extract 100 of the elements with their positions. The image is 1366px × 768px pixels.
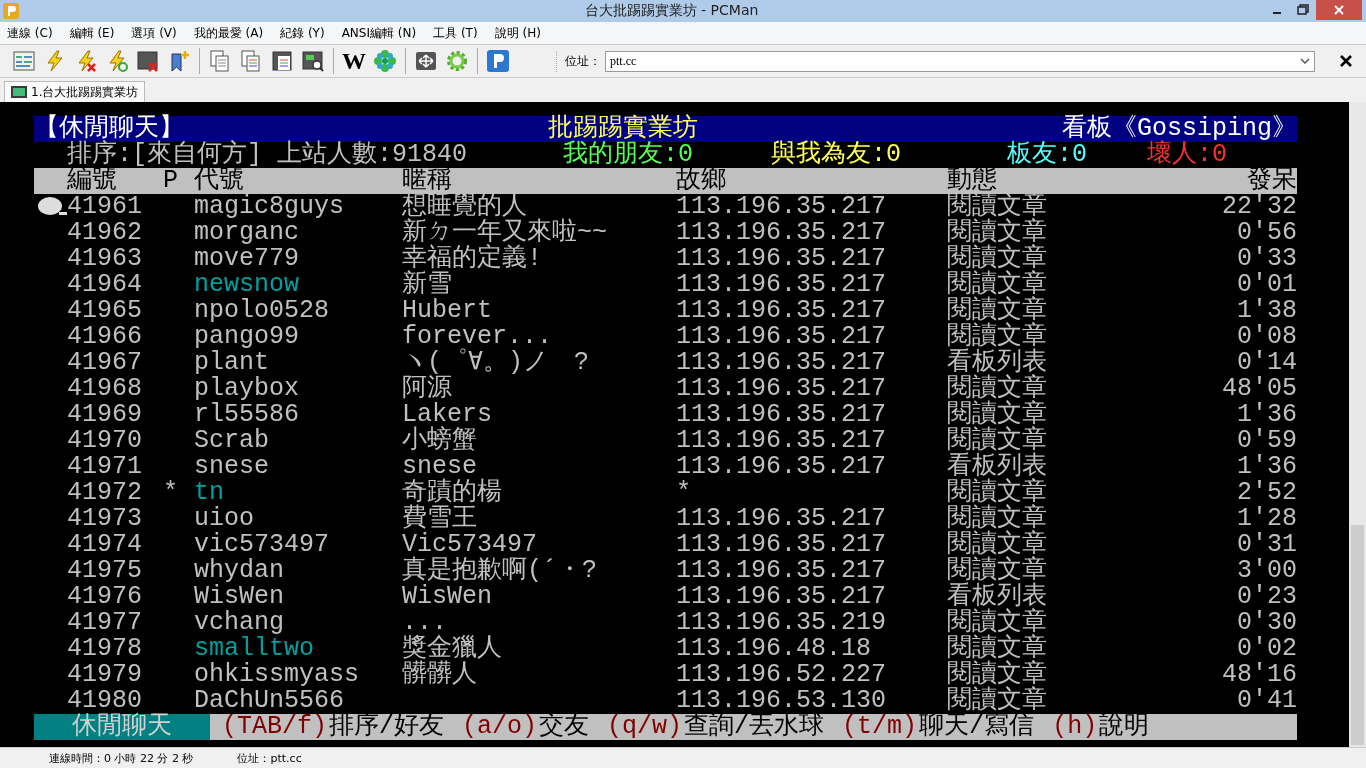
scrollbar[interactable] bbox=[1349, 102, 1366, 747]
user-number: 41975 bbox=[67, 558, 143, 584]
user-number: 41976 bbox=[67, 584, 143, 610]
idle-time: 2'52 bbox=[1236, 480, 1297, 506]
user-origin: 113.196.53.130 bbox=[676, 688, 887, 714]
paste-icon[interactable] bbox=[270, 49, 294, 73]
user-origin: 113.196.35.217 bbox=[676, 402, 888, 428]
session-tab[interactable]: 1.台大批踢踢實業坊 bbox=[4, 81, 146, 102]
address-book-icon[interactable] bbox=[12, 49, 36, 73]
user-id: tn bbox=[194, 480, 224, 506]
idle-time: 0'41 bbox=[1236, 688, 1297, 714]
idle-time: 0'30 bbox=[1236, 610, 1297, 636]
user-origin: 113.196.35.217 bbox=[676, 194, 888, 220]
user-id: snese bbox=[194, 454, 270, 480]
column-header: 故鄉 bbox=[676, 168, 727, 194]
menu-item[interactable]: 選項 (V) bbox=[131, 24, 177, 42]
user-origin: 113.196.35.217 bbox=[676, 506, 888, 532]
wikipedia-button[interactable]: W bbox=[342, 49, 366, 73]
menu-item[interactable]: 工具 (T) bbox=[433, 24, 478, 42]
friend-count: 壞人:0 bbox=[1147, 142, 1227, 168]
terminal-icon bbox=[11, 86, 27, 98]
user-id: vchang bbox=[194, 610, 284, 636]
caret-icon[interactable] bbox=[1300, 58, 1310, 64]
idle-time: 0'59 bbox=[1236, 428, 1297, 454]
user-nickname: 阿源 bbox=[402, 374, 452, 403]
idle-time: 1'36 bbox=[1236, 402, 1297, 428]
user-number: 41979 bbox=[67, 662, 143, 688]
user-origin: 113.196.35.217 bbox=[676, 324, 888, 350]
user-id: uioo bbox=[194, 506, 254, 532]
column-header: 動態 bbox=[947, 168, 997, 194]
idle-time: 0'14 bbox=[1237, 350, 1297, 376]
idle-time: 48'05 bbox=[1221, 376, 1297, 402]
idle-time: 0'56 bbox=[1236, 220, 1297, 246]
settings-icon[interactable] bbox=[445, 49, 469, 73]
column-header: 代號 bbox=[194, 168, 244, 194]
idle-time: 0'33 bbox=[1236, 246, 1297, 272]
user-origin: 113.196.52.227 bbox=[676, 662, 888, 688]
menu-item[interactable]: 我的最愛 (A) bbox=[193, 24, 264, 42]
idle-time: 3'00 bbox=[1236, 558, 1297, 584]
sort-info: 排序:[來自何方] 上站人數:91840 bbox=[67, 142, 469, 168]
menu-item[interactable]: ANSI編輯 (N) bbox=[341, 24, 417, 42]
idle-time: 0'31 bbox=[1236, 532, 1297, 558]
scrollbar-thumb[interactable] bbox=[1351, 525, 1364, 745]
menu-item[interactable]: 連線 (C) bbox=[7, 24, 53, 42]
hotkey: (t/m) bbox=[842, 714, 918, 740]
menu-item[interactable]: 說明 (H) bbox=[494, 24, 541, 42]
user-number: 41969 bbox=[67, 402, 143, 428]
pager-status: * bbox=[163, 478, 178, 507]
user-id: newsnow bbox=[194, 272, 300, 298]
user-origin: 113.196.35.217 bbox=[676, 246, 888, 272]
copy-color-icon[interactable] bbox=[239, 49, 263, 73]
user-number: 41968 bbox=[67, 376, 143, 402]
user-origin: 113.196.35.217 bbox=[676, 298, 888, 324]
menu-item[interactable]: 紀錄 (Y) bbox=[280, 24, 325, 42]
user-number: 41978 bbox=[67, 636, 143, 662]
user-number: 41971 bbox=[67, 454, 143, 480]
user-number: 41964 bbox=[67, 272, 143, 298]
user-origin: 113.196.35.217 bbox=[676, 532, 888, 558]
window-title: 台大批踢踢實業坊 - PCMan bbox=[583, 2, 760, 20]
user-id: magic8guys bbox=[194, 194, 346, 220]
user-id: npolo0528 bbox=[194, 298, 331, 324]
site-name: 批踢踢實業坊 bbox=[548, 116, 698, 142]
user-number: 41965 bbox=[67, 298, 143, 324]
address-label: 位址： bbox=[565, 52, 601, 70]
user-origin: 113.196.35.217 bbox=[676, 220, 888, 246]
user-number: 41970 bbox=[67, 428, 143, 454]
app-logo-icon[interactable] bbox=[486, 49, 510, 73]
user-id: morganc bbox=[194, 220, 301, 246]
user-id: pango99 bbox=[194, 324, 301, 350]
hotkey-label: 交友 bbox=[539, 714, 590, 740]
user-number: 41972 bbox=[67, 480, 143, 506]
user-origin: 113.196.35.217 bbox=[676, 428, 888, 454]
screen-search-icon[interactable] bbox=[301, 49, 325, 73]
hotkey-label: 排序/好友 bbox=[329, 714, 445, 740]
hotkey: (q/w) bbox=[607, 714, 683, 740]
user-nickname: Hubert bbox=[402, 296, 492, 325]
user-origin: 113.196.35.217 bbox=[676, 454, 888, 480]
user-id: ohkissmyass bbox=[194, 662, 361, 688]
friend-count: 與我為友:0 bbox=[771, 142, 902, 168]
user-origin: 113.196.35.217 bbox=[676, 272, 888, 298]
user-id: whydan bbox=[194, 558, 285, 584]
flower-icon[interactable] bbox=[373, 49, 397, 73]
idle-time: 1'36 bbox=[1236, 454, 1297, 480]
user-id: playbox bbox=[194, 376, 301, 402]
user-nickname: WisWen bbox=[402, 582, 492, 611]
resize-arrows-icon[interactable] bbox=[414, 49, 438, 73]
idle-time: 0'08 bbox=[1236, 324, 1297, 350]
close-screen-icon[interactable] bbox=[136, 49, 160, 73]
user-origin: 113.196.35.217 bbox=[676, 584, 888, 610]
user-id: smalltwo bbox=[194, 636, 315, 662]
user-number: 41967 bbox=[67, 350, 143, 376]
user-number: 41980 bbox=[67, 688, 142, 714]
user-id: Scrab bbox=[194, 428, 270, 454]
user-id: move779 bbox=[194, 246, 301, 272]
hotkey: (TAB/f) bbox=[222, 714, 328, 740]
close-icon[interactable] bbox=[1339, 54, 1353, 68]
copy-icon[interactable] bbox=[208, 49, 232, 73]
user-origin: 113.196.35.217 bbox=[676, 558, 888, 584]
address-field[interactable]: ptt.cc bbox=[605, 50, 1315, 72]
menu-item[interactable]: 編輯 (E) bbox=[69, 24, 115, 42]
